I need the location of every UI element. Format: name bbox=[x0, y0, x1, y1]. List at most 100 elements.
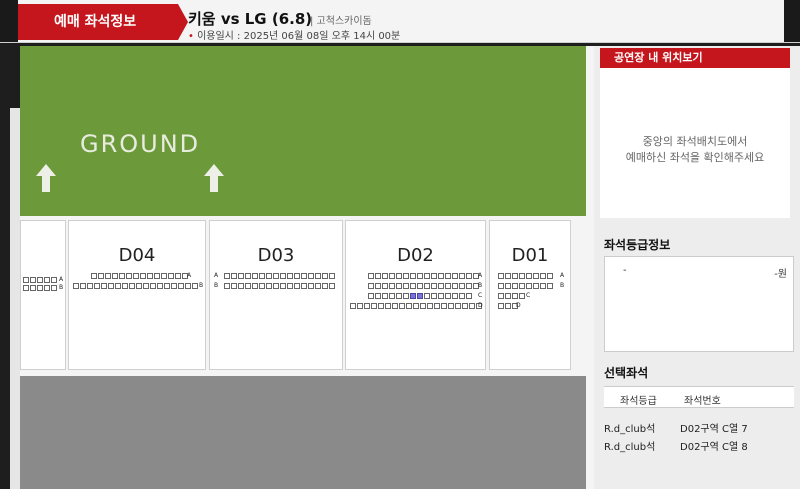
seat[interactable] bbox=[438, 293, 444, 299]
seat[interactable] bbox=[382, 283, 388, 289]
seat[interactable] bbox=[417, 273, 423, 279]
seat[interactable] bbox=[294, 273, 300, 279]
seat[interactable] bbox=[378, 303, 384, 309]
seat[interactable] bbox=[413, 303, 419, 309]
seat[interactable] bbox=[427, 303, 433, 309]
seat[interactable] bbox=[23, 277, 29, 283]
seat[interactable] bbox=[175, 273, 181, 279]
seat[interactable] bbox=[154, 273, 160, 279]
seat[interactable] bbox=[382, 273, 388, 279]
seat[interactable] bbox=[452, 273, 458, 279]
seat[interactable] bbox=[301, 273, 307, 279]
seat[interactable] bbox=[438, 273, 444, 279]
seat[interactable] bbox=[498, 283, 504, 289]
seat[interactable] bbox=[512, 293, 518, 299]
seat[interactable] bbox=[44, 277, 50, 283]
seat[interactable] bbox=[178, 283, 184, 289]
selected-seat[interactable] bbox=[410, 293, 416, 299]
seat[interactable] bbox=[266, 273, 272, 279]
seat[interactable] bbox=[526, 273, 532, 279]
seat[interactable] bbox=[308, 273, 314, 279]
seat[interactable] bbox=[505, 283, 511, 289]
seat[interactable] bbox=[533, 283, 539, 289]
seat[interactable] bbox=[238, 273, 244, 279]
seat[interactable] bbox=[185, 283, 191, 289]
seat[interactable] bbox=[308, 283, 314, 289]
seat[interactable] bbox=[396, 273, 402, 279]
seat[interactable] bbox=[417, 283, 423, 289]
block-d01[interactable]: D01 AB CD bbox=[489, 220, 571, 370]
block-d04[interactable]: D04 AB bbox=[68, 220, 206, 370]
seat[interactable] bbox=[252, 283, 258, 289]
block-partial[interactable]: AB bbox=[20, 220, 66, 370]
seat[interactable] bbox=[396, 283, 402, 289]
seat[interactable] bbox=[322, 283, 328, 289]
seat[interactable] bbox=[122, 283, 128, 289]
seat[interactable] bbox=[140, 273, 146, 279]
seat[interactable] bbox=[434, 303, 440, 309]
seat[interactable] bbox=[452, 283, 458, 289]
seat[interactable] bbox=[287, 283, 293, 289]
seat[interactable] bbox=[368, 283, 374, 289]
seat[interactable] bbox=[30, 285, 36, 291]
seat[interactable] bbox=[389, 273, 395, 279]
seat[interactable] bbox=[23, 285, 29, 291]
seat[interactable] bbox=[498, 293, 504, 299]
seat[interactable] bbox=[245, 273, 251, 279]
seat[interactable] bbox=[459, 293, 465, 299]
seat[interactable] bbox=[431, 273, 437, 279]
seat[interactable] bbox=[350, 303, 356, 309]
seat[interactable] bbox=[245, 283, 251, 289]
seat[interactable] bbox=[322, 273, 328, 279]
seat[interactable] bbox=[80, 283, 86, 289]
seat[interactable] bbox=[389, 293, 395, 299]
seat[interactable] bbox=[533, 273, 539, 279]
seat[interactable] bbox=[519, 293, 525, 299]
seat[interactable] bbox=[368, 293, 374, 299]
seat[interactable] bbox=[259, 273, 265, 279]
seat[interactable] bbox=[129, 283, 135, 289]
seat[interactable] bbox=[396, 293, 402, 299]
seat[interactable] bbox=[105, 273, 111, 279]
seat[interactable] bbox=[445, 283, 451, 289]
seat[interactable] bbox=[164, 283, 170, 289]
seat[interactable] bbox=[51, 285, 57, 291]
seat[interactable] bbox=[273, 283, 279, 289]
block-d03[interactable]: D03 AB bbox=[209, 220, 343, 370]
seat[interactable] bbox=[403, 293, 409, 299]
seat[interactable] bbox=[368, 273, 374, 279]
seat[interactable] bbox=[424, 283, 430, 289]
seat[interactable] bbox=[44, 285, 50, 291]
seat[interactable] bbox=[231, 283, 237, 289]
seat[interactable] bbox=[519, 283, 525, 289]
seat[interactable] bbox=[231, 273, 237, 279]
seat[interactable] bbox=[30, 277, 36, 283]
seat[interactable] bbox=[150, 283, 156, 289]
seat[interactable] bbox=[498, 303, 504, 309]
seat[interactable] bbox=[392, 303, 398, 309]
seat[interactable] bbox=[512, 283, 518, 289]
seat[interactable] bbox=[224, 273, 230, 279]
seat[interactable] bbox=[424, 273, 430, 279]
seat[interactable] bbox=[280, 283, 286, 289]
seat[interactable] bbox=[294, 283, 300, 289]
seat[interactable] bbox=[512, 273, 518, 279]
seat[interactable] bbox=[157, 283, 163, 289]
seat[interactable] bbox=[168, 273, 174, 279]
seat[interactable] bbox=[112, 273, 118, 279]
seat[interactable] bbox=[540, 273, 546, 279]
seat[interactable] bbox=[399, 303, 405, 309]
seat[interactable] bbox=[73, 283, 79, 289]
seat[interactable] bbox=[547, 273, 553, 279]
seat[interactable] bbox=[315, 283, 321, 289]
seat[interactable] bbox=[287, 273, 293, 279]
seat[interactable] bbox=[315, 273, 321, 279]
seat[interactable] bbox=[466, 283, 472, 289]
seat[interactable] bbox=[301, 283, 307, 289]
map-scrollbar[interactable] bbox=[586, 46, 594, 489]
seat[interactable] bbox=[526, 283, 532, 289]
seat[interactable] bbox=[459, 273, 465, 279]
seat[interactable] bbox=[441, 303, 447, 309]
seat[interactable] bbox=[382, 293, 388, 299]
seat[interactable] bbox=[161, 273, 167, 279]
